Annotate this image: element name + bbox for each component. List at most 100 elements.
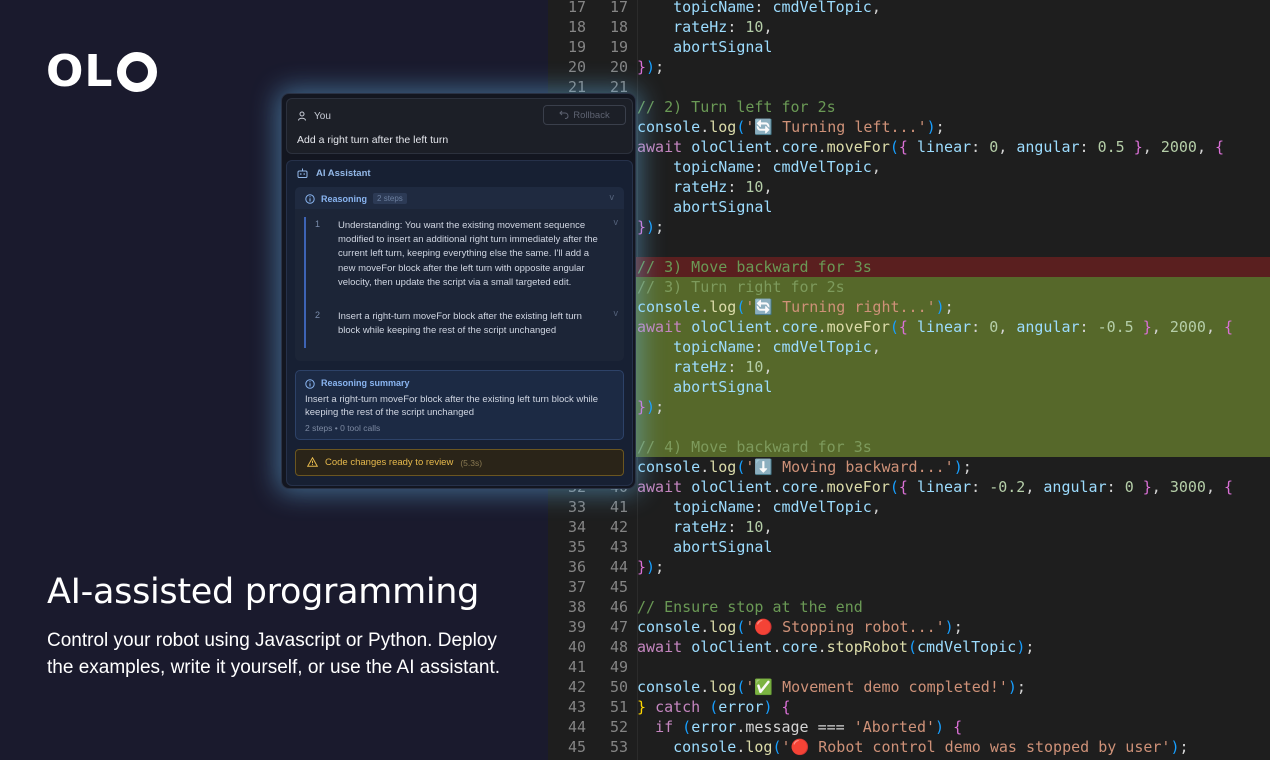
code-line[interactable]: 3240await oloClient.core.moveFor({ linea…: [548, 477, 1270, 497]
old-line-number: 20: [567, 58, 586, 76]
summary-meta: 2 steps • 0 tool calls: [305, 423, 381, 433]
step-number: 2: [315, 310, 321, 320]
code-line[interactable]: 20 20});: [548, 57, 1270, 77]
changes-time: (5.3s): [460, 457, 483, 468]
code-line[interactable]: 43 51} catch (error) {: [548, 697, 1270, 717]
user-header: You: [297, 111, 331, 122]
new-line-number: 53: [609, 738, 628, 756]
code-text: console.log('⬇️ Moving backward...');: [637, 458, 972, 476]
code-editor[interactable]: 17 17 topicName: cmdVelTopic, 18 18 rateHz:…: [548, 0, 1270, 760]
code-line[interactable]: 2424await oloClient.core.moveFor({ linea…: [548, 137, 1270, 157]
code-line[interactable]: 19 19 abortSignal: [548, 37, 1270, 57]
logo-o-ring: [117, 52, 158, 92]
code-line-added[interactable]: 37: [548, 417, 1270, 437]
code-text: await oloClient.core.moveFor({ linear: 0…: [637, 318, 1234, 336]
steps-badge: 2 steps: [373, 193, 407, 204]
logo-text: OL: [46, 46, 114, 97]
code-line-added[interactable]: 33 topicName: cmdVelTopic,: [548, 337, 1270, 357]
code-line[interactable]: 18 18 rateHz: 10,: [548, 17, 1270, 37]
new-line-number: 48: [609, 638, 628, 656]
olo-logo: OL: [46, 46, 158, 97]
ai-chat-panel: You Rollback Add a right turn after the …: [281, 93, 636, 489]
new-line-number: 47: [609, 618, 628, 636]
reasoning-header[interactable]: Reasoning 2 steps v: [295, 187, 624, 209]
old-line-number: 42: [567, 678, 586, 696]
robot-icon: [297, 168, 308, 179]
new-line-number: 18: [609, 18, 628, 36]
code-text: topicName: cmdVelTopic,: [673, 338, 881, 356]
code-line-removed[interactable]: 30// 3) Move backward for 3s: [548, 257, 1270, 277]
code-line-added[interactable]: 38// 4) Move backward for 3s: [548, 437, 1270, 457]
code-line[interactable]: 42 50 console.log('✅ Movement demo complet…: [548, 677, 1270, 697]
chevron-down-icon[interactable]: v: [610, 192, 615, 202]
code-line[interactable]: 34 42 rateHz: 10,: [548, 517, 1270, 537]
old-line-number: 43: [567, 698, 586, 716]
code-line-added[interactable]: 30// 3) Turn right for 2s: [548, 277, 1270, 297]
new-line-number: 43: [609, 538, 628, 556]
assistant-label: AI Assistant: [316, 168, 371, 179]
user-label: You: [314, 111, 331, 122]
old-line-number: 45: [567, 738, 586, 756]
code-text: // 3) Move backward for 3s: [637, 258, 872, 276]
user-message-card: You Rollback Add a right turn after the …: [286, 98, 633, 154]
chevron-down-icon[interactable]: v: [614, 308, 619, 318]
rollback-button[interactable]: Rollback: [543, 105, 626, 125]
code-line[interactable]: 33 41 topicName: cmdVelTopic,: [548, 497, 1270, 517]
code-line-added[interactable]: 36});: [548, 397, 1270, 417]
hero-title: AI-assisted programming: [47, 572, 480, 612]
user-message-text: Add a right turn after the left turn: [297, 134, 449, 146]
old-line-number: 35: [567, 538, 586, 556]
code-line[interactable]: 45 53 console.log('🔴 Robot control demo w…: [548, 737, 1270, 757]
old-line-number: 19: [567, 38, 586, 56]
code-line-added[interactable]: 34 rateHz: 10,: [548, 357, 1270, 377]
code-line[interactable]: 2222// 2) Turn left for 2s: [548, 97, 1270, 117]
code-line[interactable]: 17 17 topicName: cmdVelTopic,: [548, 0, 1270, 17]
new-line-number: 45: [609, 578, 628, 596]
code-text: rateHz: 10,: [673, 178, 773, 196]
code-line-added[interactable]: 35 abortSignal: [548, 377, 1270, 397]
code-line-added[interactable]: 32await oloClient.core.moveFor({ linear:…: [548, 317, 1270, 337]
code-line[interactable]: 2525 topicName: cmdVelTopic,: [548, 157, 1270, 177]
code-line[interactable]: 2727 abortSignal: [548, 197, 1270, 217]
code-line-added[interactable]: 31console.log('🔄 Turning right...');: [548, 297, 1270, 317]
code-line[interactable]: 21 21: [548, 77, 1270, 97]
code-line[interactable]: 2929: [548, 237, 1270, 257]
code-line[interactable]: 37 45: [548, 577, 1270, 597]
code-text: abortSignal: [673, 198, 773, 216]
old-line-number: 39: [567, 618, 586, 636]
code-text: // 4) Move backward for 3s: [637, 438, 872, 456]
step-text: Understanding: You want the existing mov…: [338, 220, 598, 288]
code-text: // 3) Turn right for 2s: [637, 278, 845, 296]
code-line[interactable]: 44 52 if (error.message === 'Aborted') {: [548, 717, 1270, 737]
code-line[interactable]: 3139console.log('⬇️ Moving backward...')…: [548, 457, 1270, 477]
undo-icon: [559, 110, 569, 121]
code-text: topicName: cmdVelTopic,: [673, 498, 881, 516]
code-text: });: [637, 398, 665, 416]
code-line[interactable]: 38 46 // Ensure stop at the end: [548, 597, 1270, 617]
code-line[interactable]: 2626 rateHz: 10,: [548, 177, 1270, 197]
info-icon: [305, 193, 315, 204]
new-line-number: 20: [609, 58, 628, 76]
code-text: // 2) Turn left for 2s: [637, 98, 836, 116]
code-text: abortSignal: [673, 38, 773, 56]
code-text: await oloClient.core.stopRobot(cmdVelTop…: [637, 638, 1035, 656]
reasoning-label: Reasoning: [321, 193, 368, 204]
code-text: console.log('✅ Movement demo completed!'…: [637, 678, 1026, 696]
code-text: rateHz: 10,: [673, 18, 773, 36]
code-line[interactable]: 39 47 console.log('🔴 Stopping robot...');: [548, 617, 1270, 637]
chevron-down-icon[interactable]: v: [614, 217, 619, 227]
code-line[interactable]: 35 43 abortSignal: [548, 537, 1270, 557]
old-line-number: 18: [567, 18, 586, 36]
code-text: });: [637, 218, 665, 236]
code-line[interactable]: 2323console.log('🔄 Turning left...');: [548, 117, 1270, 137]
code-line[interactable]: 41 49: [548, 657, 1270, 677]
info-icon: [305, 378, 315, 389]
hero-description: Control your robot using Javascript or P…: [47, 630, 501, 678]
code-text: await oloClient.core.moveFor({ linear: -…: [637, 478, 1234, 496]
code-changes-ready-button[interactable]: Code changes ready to review (5.3s): [295, 449, 624, 476]
code-line[interactable]: 2828});: [548, 217, 1270, 237]
step-text: Insert a right-turn moveFor block after …: [338, 311, 582, 337]
code-line[interactable]: 36 44});: [548, 557, 1270, 577]
old-line-number: 38: [567, 598, 586, 616]
code-line[interactable]: 40 48 await oloClient.core.stopRobot(cmdVe…: [548, 637, 1270, 657]
